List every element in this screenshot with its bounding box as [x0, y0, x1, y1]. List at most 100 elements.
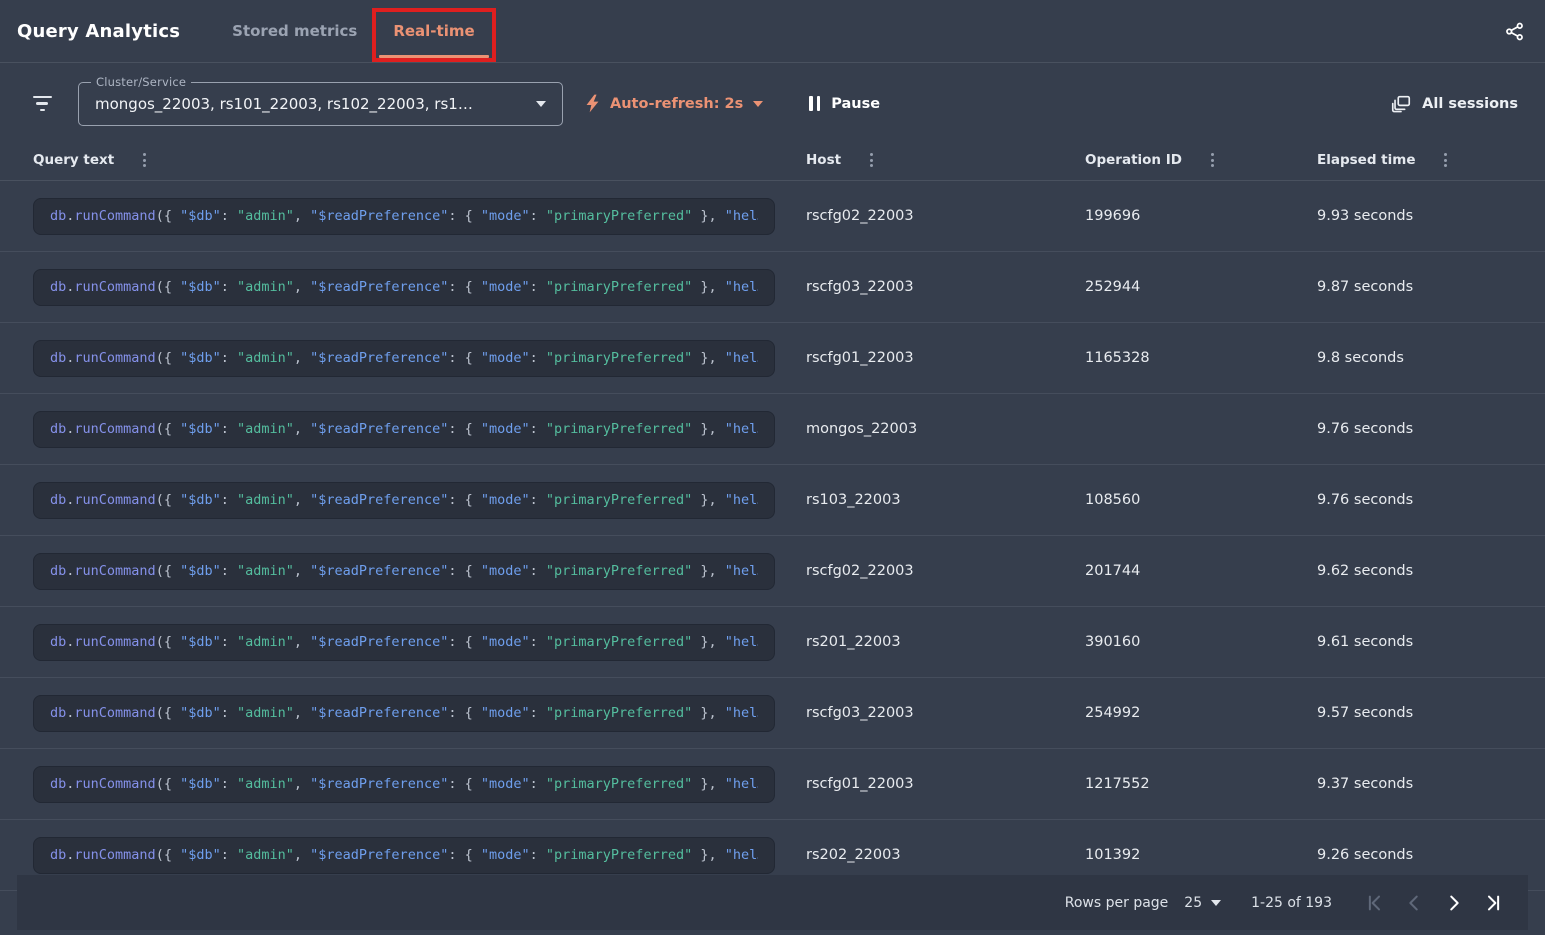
query-code-chip[interactable]: db.runCommand({ "$db": "admin", "$readPr… [33, 269, 775, 306]
elapsed-time-cell: 9.87 seconds [1317, 279, 1528, 295]
table-row[interactable]: db.runCommand({ "$db": "admin", "$readPr… [0, 252, 1545, 323]
query-code-chip[interactable]: db.runCommand({ "$db": "admin", "$readPr… [33, 553, 775, 590]
operation-id-cell: 199696 [1085, 208, 1317, 224]
query-text-cell: db.runCommand({ "$db": "admin", "$readPr… [17, 837, 806, 874]
query-text: db.runCommand({ "$db": "admin", "$readPr… [50, 279, 758, 295]
tab-label: Real-time [393, 22, 474, 40]
column-header-host: Host [806, 150, 1085, 170]
table-row[interactable]: db.runCommand({ "$db": "admin", "$readPr… [0, 678, 1545, 749]
cluster-service-value: mongos_22003, rs101_22003, rs102_22003, … [95, 95, 536, 113]
column-header-operation-id: Operation ID [1085, 150, 1317, 170]
share-icon [1504, 21, 1525, 42]
column-menu-icon[interactable] [1208, 150, 1217, 170]
table-row[interactable]: db.runCommand({ "$db": "admin", "$readPr… [0, 323, 1545, 394]
query-text-cell: db.runCommand({ "$db": "admin", "$readPr… [17, 624, 806, 661]
query-code-chip[interactable]: db.runCommand({ "$db": "admin", "$readPr… [33, 482, 775, 519]
operation-id-cell: 252944 [1085, 279, 1317, 295]
chevron-down-icon [1211, 900, 1221, 906]
page-header: Query Analytics Stored metrics Real-time [0, 0, 1545, 63]
table-row[interactable]: db.runCommand({ "$db": "admin", "$readPr… [0, 181, 1545, 252]
elapsed-time-cell: 9.26 seconds [1317, 847, 1528, 863]
query-code-chip[interactable]: db.runCommand({ "$db": "admin", "$readPr… [33, 695, 775, 732]
previous-page-button[interactable] [1394, 883, 1434, 923]
rows-per-page-label: Rows per page [1065, 895, 1169, 911]
query-code-chip[interactable]: db.runCommand({ "$db": "admin", "$readPr… [33, 340, 775, 377]
query-text: db.runCommand({ "$db": "admin", "$readPr… [50, 421, 758, 437]
column-menu-icon[interactable] [1441, 150, 1450, 170]
host-cell: rscfg03_22003 [806, 279, 1085, 295]
filter-icon[interactable] [31, 96, 53, 112]
first-page-button[interactable] [1354, 883, 1394, 923]
operation-id-cell: 1217552 [1085, 776, 1317, 792]
operation-id-cell: 254992 [1085, 705, 1317, 721]
host-cell: rscfg01_22003 [806, 776, 1085, 792]
query-text: db.runCommand({ "$db": "admin", "$readPr… [50, 492, 758, 508]
cluster-service-label: Cluster/Service [91, 75, 191, 89]
rows-per-page-select[interactable]: 25 [1184, 895, 1221, 911]
host-cell: mongos_22003 [806, 421, 1085, 437]
table-row[interactable]: db.runCommand({ "$db": "admin", "$readPr… [0, 607, 1545, 678]
query-code-chip[interactable]: db.runCommand({ "$db": "admin", "$readPr… [33, 411, 775, 448]
header-spacer [493, 0, 1504, 62]
query-code-chip[interactable]: db.runCommand({ "$db": "admin", "$readPr… [33, 624, 775, 661]
host-cell: rscfg02_22003 [806, 563, 1085, 579]
table-row[interactable]: db.runCommand({ "$db": "admin", "$readPr… [0, 536, 1545, 607]
chevron-down-icon [536, 101, 546, 107]
column-header-elapsed-time: Elapsed time [1317, 150, 1528, 170]
query-code-chip[interactable]: db.runCommand({ "$db": "admin", "$readPr… [33, 198, 775, 235]
operation-id-cell: 390160 [1085, 634, 1317, 650]
query-text: db.runCommand({ "$db": "admin", "$readPr… [50, 705, 758, 721]
pause-button[interactable]: Pause [809, 96, 880, 112]
auto-refresh-control[interactable]: Auto-refresh: 2s [585, 94, 763, 113]
table-row[interactable]: db.runCommand({ "$db": "admin", "$readPr… [0, 394, 1545, 465]
all-sessions-button[interactable]: All sessions [1390, 93, 1518, 115]
sessions-stack-icon [1390, 93, 1412, 115]
all-sessions-label: All sessions [1422, 96, 1518, 112]
cluster-service-select[interactable]: Cluster/Service mongos_22003, rs101_2200… [78, 82, 563, 126]
active-tab-underline [379, 55, 488, 58]
query-text-cell: db.runCommand({ "$db": "admin", "$readPr… [17, 198, 806, 235]
elapsed-time-cell: 9.61 seconds [1317, 634, 1528, 650]
query-text: db.runCommand({ "$db": "admin", "$readPr… [50, 208, 758, 224]
rows-per-page-value: 25 [1184, 895, 1202, 911]
column-header-query-text: Query text [17, 150, 806, 170]
query-text: db.runCommand({ "$db": "admin", "$readPr… [50, 847, 758, 863]
tab-real-time[interactable]: Real-time [387, 0, 480, 62]
chevron-down-icon [753, 101, 763, 107]
elapsed-time-cell: 9.62 seconds [1317, 563, 1528, 579]
query-code-chip[interactable]: db.runCommand({ "$db": "admin", "$readPr… [33, 766, 775, 803]
query-text-cell: db.runCommand({ "$db": "admin", "$readPr… [17, 553, 806, 590]
query-text-cell: db.runCommand({ "$db": "admin", "$readPr… [17, 340, 806, 377]
share-button[interactable] [1504, 21, 1525, 42]
elapsed-time-cell: 9.76 seconds [1317, 421, 1528, 437]
elapsed-time-cell: 9.76 seconds [1317, 492, 1528, 508]
auto-refresh-label: Auto-refresh: 2s [610, 96, 743, 112]
page-title: Query Analytics [17, 21, 180, 42]
pause-label: Pause [831, 96, 880, 112]
elapsed-time-cell: 9.37 seconds [1317, 776, 1528, 792]
column-menu-icon[interactable] [140, 150, 149, 170]
pause-icon [809, 96, 820, 111]
table-row[interactable]: db.runCommand({ "$db": "admin", "$readPr… [0, 749, 1545, 820]
query-text: db.runCommand({ "$db": "admin", "$readPr… [50, 634, 758, 650]
operation-id-cell: 1165328 [1085, 350, 1317, 366]
elapsed-time-cell: 9.8 seconds [1317, 350, 1528, 366]
query-analytics-page: Query Analytics Stored metrics Real-time [0, 0, 1545, 935]
last-page-button[interactable] [1474, 883, 1514, 923]
query-code-chip[interactable]: db.runCommand({ "$db": "admin", "$readPr… [33, 837, 775, 874]
lightning-icon [585, 94, 600, 113]
query-text: db.runCommand({ "$db": "admin", "$readPr… [50, 776, 758, 792]
host-cell: rs103_22003 [806, 492, 1085, 508]
query-text-cell: db.runCommand({ "$db": "admin", "$readPr… [17, 269, 806, 306]
pager [1354, 883, 1514, 923]
tab-stored-metrics[interactable]: Stored metrics [226, 0, 363, 62]
query-text-cell: db.runCommand({ "$db": "admin", "$readPr… [17, 411, 806, 448]
table-body: db.runCommand({ "$db": "admin", "$readPr… [0, 181, 1545, 891]
column-menu-icon[interactable] [867, 150, 876, 170]
tab-bar: Stored metrics Real-time [214, 0, 492, 62]
table-row[interactable]: db.runCommand({ "$db": "admin", "$readPr… [0, 465, 1545, 536]
toolbar: Cluster/Service mongos_22003, rs101_2200… [0, 63, 1545, 140]
query-text-cell: db.runCommand({ "$db": "admin", "$readPr… [17, 766, 806, 803]
next-page-button[interactable] [1434, 883, 1474, 923]
elapsed-time-cell: 9.57 seconds [1317, 705, 1528, 721]
